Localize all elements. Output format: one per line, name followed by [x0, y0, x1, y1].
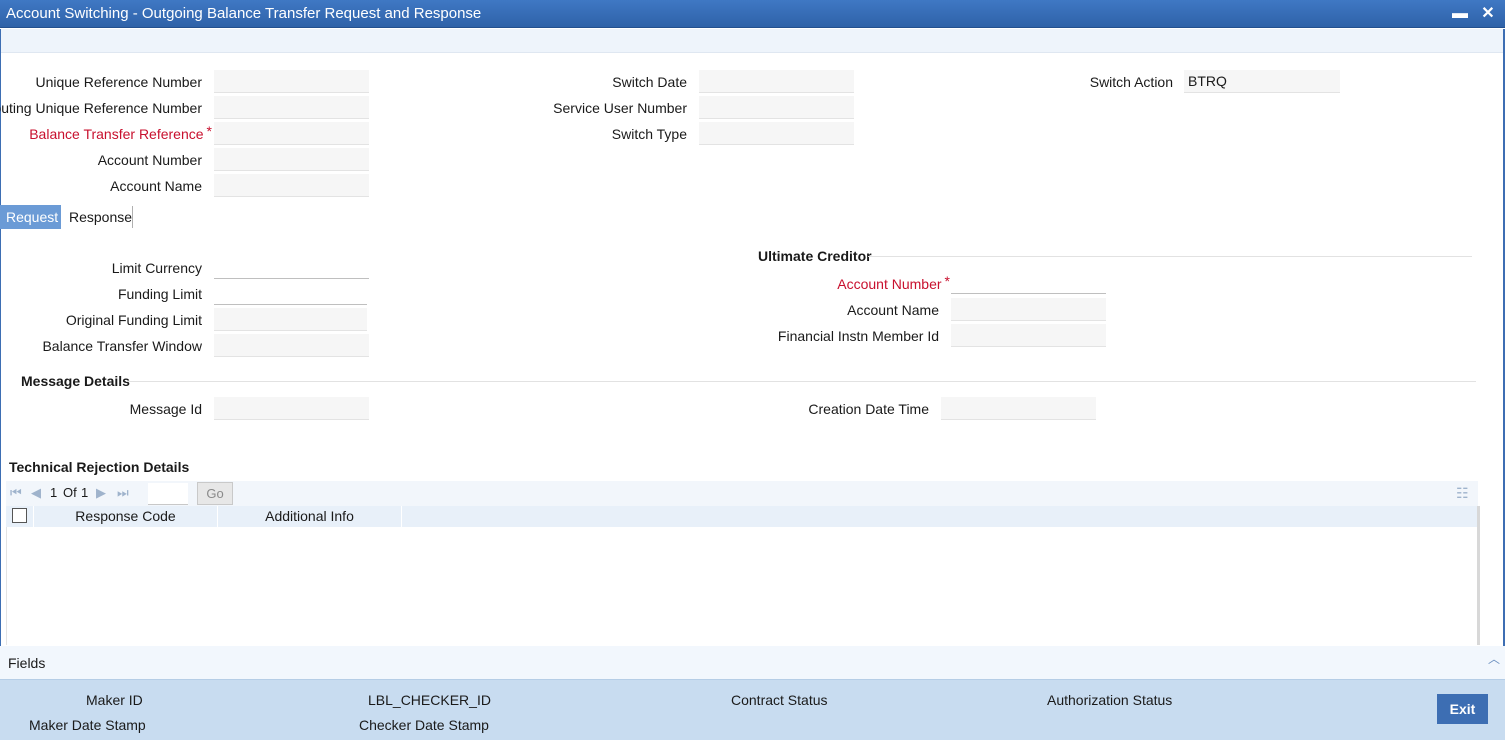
chevron-up-icon[interactable]: ︿ [1488, 650, 1500, 667]
creditor-account-number-label: Account Number * [837, 273, 950, 292]
switch-action-field[interactable] [1184, 70, 1340, 93]
switch-date-label: Switch Date [612, 74, 687, 90]
routing-unique-reference-number-field[interactable] [214, 96, 369, 119]
toolbar-strip [0, 29, 1505, 53]
creditor-account-name-label: Account Name [847, 302, 939, 318]
grid-body [6, 527, 1480, 645]
balance-transfer-reference-label: Balance Transfer Reference * [29, 123, 212, 142]
audit-footer: Maker ID Maker Date Stamp LBL_CHECKER_ID… [0, 679, 1505, 740]
checker-date-stamp-label: Checker Date Stamp [359, 717, 489, 733]
ultimate-creditor-divider [868, 256, 1472, 257]
balance-transfer-window-label: Balance Transfer Window [42, 338, 202, 354]
financial-instn-member-id-field[interactable] [951, 324, 1106, 347]
message-id-field[interactable] [214, 397, 369, 420]
creditor-account-number-field[interactable] [951, 271, 1106, 294]
account-number-label: Account Number [97, 152, 202, 168]
ultimate-creditor-heading: Ultimate Creditor [758, 248, 872, 264]
maker-id-label: Maker ID [86, 692, 143, 708]
unique-reference-number-field[interactable] [214, 70, 369, 93]
column-additional-info[interactable]: Additional Info [218, 506, 402, 527]
window-titlebar: Account Switching - Outgoing Balance Tra… [0, 0, 1505, 28]
limit-currency-label: Limit Currency [111, 260, 202, 276]
next-page-icon[interactable]: ▶ [96, 485, 106, 501]
window-border-left [0, 29, 1, 740]
message-details-heading: Message Details [21, 373, 130, 389]
go-button[interactable]: Go [197, 482, 233, 505]
select-all-checkbox[interactable] [12, 508, 27, 523]
original-funding-limit-field[interactable] [214, 308, 367, 331]
routing-unique-reference-number-label: Routing Unique Reference Number [0, 100, 202, 116]
service-user-number-label: Service User Number [553, 100, 687, 116]
balance-transfer-reference-field[interactable] [214, 122, 369, 145]
message-id-label: Message Id [129, 401, 202, 417]
fields-bar: Fields ︿ [0, 646, 1505, 679]
technical-rejection-heading: Technical Rejection Details [9, 459, 190, 475]
creditor-account-number-label-text: Account Number [837, 276, 942, 292]
balance-transfer-window-field[interactable] [214, 334, 369, 357]
account-number-field[interactable] [214, 148, 369, 171]
balance-transfer-reference-label-text: Balance Transfer Reference [29, 126, 204, 142]
page-of-label: Of [63, 485, 77, 500]
page-number-input[interactable] [148, 483, 188, 505]
account-name-field[interactable] [214, 174, 369, 197]
switch-action-label: Switch Action [1089, 74, 1173, 90]
contract-status-label: Contract Status [731, 692, 828, 708]
creation-date-time-label: Creation Date Time [808, 401, 929, 417]
switch-type-field[interactable] [699, 122, 854, 145]
checker-id-label: LBL_CHECKER_ID [368, 692, 491, 708]
window-title: Account Switching - Outgoing Balance Tra… [6, 5, 482, 22]
message-details-divider [126, 381, 1476, 382]
maker-date-stamp-label: Maker Date Stamp [29, 717, 146, 733]
grid-settings-icon[interactable]: ☷ [1456, 485, 1469, 502]
required-marker: * [206, 123, 212, 139]
creditor-account-name-field[interactable] [951, 298, 1106, 321]
funding-limit-label: Funding Limit [117, 286, 202, 302]
financial-instn-member-id-label: Financial Instn Member Id [777, 328, 939, 344]
account-name-label: Account Name [110, 178, 202, 194]
creation-date-time-field[interactable] [941, 397, 1096, 420]
grid-header: Response Code Additional Info [6, 506, 1480, 527]
unique-reference-number-label: Unique Reference Number [35, 74, 202, 90]
required-marker: * [944, 273, 950, 289]
select-all-column [6, 506, 34, 527]
limit-currency-field[interactable] [214, 256, 369, 279]
tab-request[interactable]: Request [0, 205, 61, 229]
switch-type-label: Switch Type [611, 126, 687, 142]
switch-date-field[interactable] [699, 70, 854, 93]
exit-button[interactable]: Exit [1437, 694, 1488, 724]
last-page-icon[interactable]: ⏭ [117, 485, 129, 501]
authorization-status-label: Authorization Status [1047, 692, 1173, 708]
minimize-icon[interactable]: ▬ [1450, 4, 1470, 24]
grid-scrollbar[interactable] [1477, 506, 1480, 645]
original-funding-limit-label: Original Funding Limit [65, 312, 202, 328]
column-response-code[interactable]: Response Code [34, 506, 218, 527]
fields-label[interactable]: Fields [8, 655, 45, 671]
funding-limit-field[interactable] [214, 282, 367, 305]
total-pages: 1 [81, 485, 89, 500]
tab-response[interactable]: Response [63, 205, 138, 229]
first-page-icon[interactable]: ⏮ [10, 485, 22, 501]
current-page: 1 [50, 485, 58, 500]
service-user-number-field[interactable] [699, 96, 854, 119]
previous-page-icon[interactable]: ◀ [31, 485, 41, 501]
close-icon[interactable]: ✕ [1478, 4, 1498, 24]
tab-divider [132, 206, 133, 228]
